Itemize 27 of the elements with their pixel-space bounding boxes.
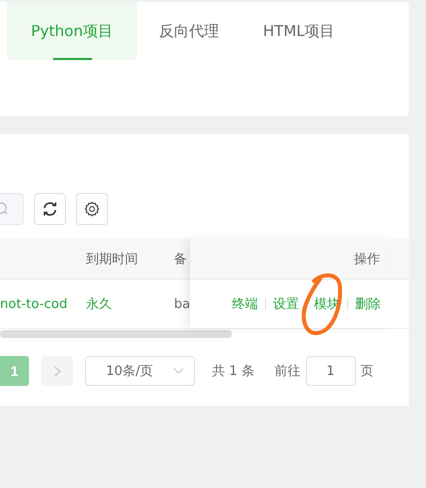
settings-button[interactable] (76, 193, 108, 225)
refresh-icon (42, 201, 58, 217)
column-header: 到期时间 (86, 251, 139, 268)
search-icon (0, 202, 10, 216)
table-cell-text: 永久 (86, 296, 113, 313)
action-link[interactable]: 终端 (232, 295, 258, 313)
total-count: 共 1 条 (212, 363, 255, 380)
page-button[interactable]: 1 (0, 356, 29, 386)
search-field[interactable] (0, 193, 24, 225)
chevron-right-icon (54, 366, 60, 376)
tab[interactable]: Python项目 (7, 2, 137, 60)
column-header: 备 (174, 251, 187, 268)
settings-icon (84, 201, 100, 217)
tab[interactable]: HTML项目 (241, 2, 357, 60)
action-link[interactable]: 设置 (273, 295, 299, 313)
page-size-select[interactable]: 10条/页 (85, 356, 195, 386)
goto-label: 前往 (274, 363, 301, 380)
page-input[interactable]: 1 (306, 356, 356, 386)
refresh-button[interactable] (34, 193, 66, 225)
action-link[interactable]: 删除 (355, 295, 381, 313)
tab[interactable]: 反向代理 (137, 2, 241, 60)
table-cell: ba (174, 296, 190, 312)
page-unit: 页 (360, 363, 374, 380)
column-header: 操作 (354, 251, 380, 268)
project-name[interactable]: not-to-cod (0, 296, 68, 312)
scrollbar-thumb[interactable] (0, 330, 232, 338)
chevron-down-icon (173, 368, 184, 374)
